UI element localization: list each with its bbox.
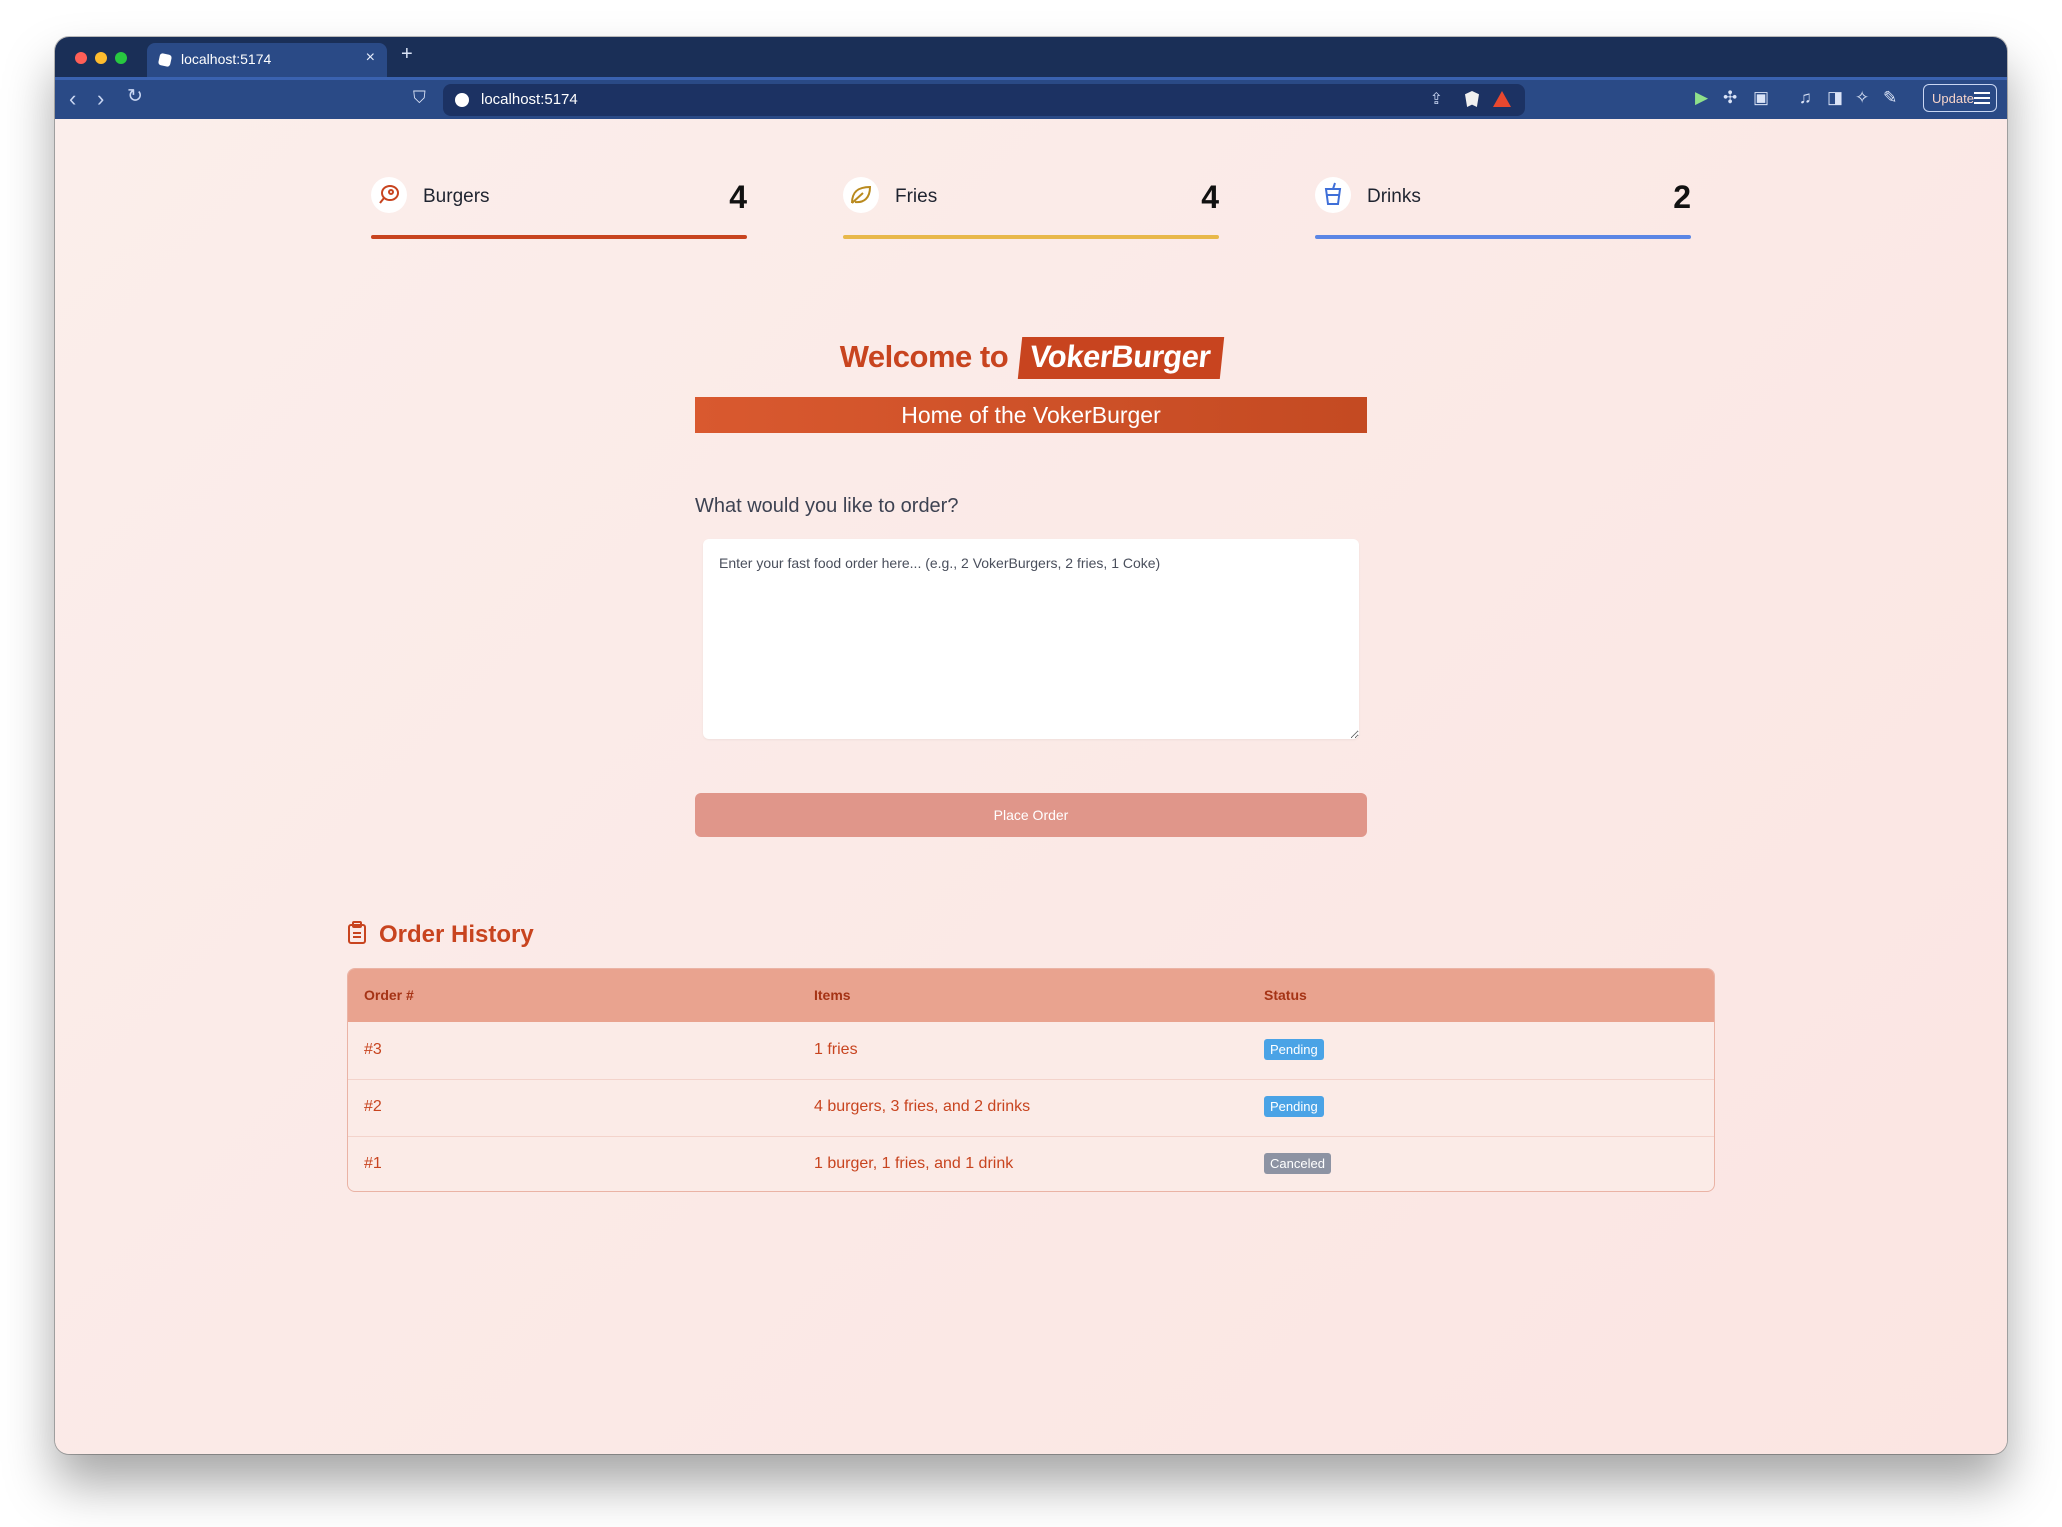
stat-burgers: Burgers 4 bbox=[371, 177, 747, 239]
order-items: 1 fries bbox=[814, 1041, 858, 1058]
status-badge: Pending bbox=[1264, 1039, 1324, 1060]
order-items: 1 burger, 1 fries, and 1 drink bbox=[814, 1155, 1014, 1172]
sidebar-icon[interactable]: ◨ bbox=[1827, 88, 1843, 108]
new-tab-icon[interactable]: + bbox=[401, 43, 413, 66]
table-header: Order # Items Status bbox=[348, 969, 1714, 1022]
stat-label: Burgers bbox=[423, 186, 490, 207]
table-row: #2 4 burgers, 3 fries, and 2 drinks Pend… bbox=[348, 1079, 1714, 1137]
close-window-button[interactable] bbox=[75, 52, 87, 64]
screenshot-icon[interactable]: ▣ bbox=[1753, 88, 1769, 108]
tab-bar: localhost:5174 × + bbox=[55, 37, 2007, 77]
stat-label: Fries bbox=[895, 186, 938, 207]
page-content: Burgers 4 Fries 4 Drinks 2 Welcome to Vo… bbox=[55, 119, 2007, 1454]
column-header-items: Items bbox=[814, 987, 851, 1003]
site-info-icon[interactable] bbox=[455, 93, 469, 107]
stat-count: 2 bbox=[1673, 179, 1691, 215]
minimize-window-button[interactable] bbox=[95, 52, 107, 64]
browser-tab[interactable]: localhost:5174 × bbox=[147, 43, 387, 77]
status-badge: Canceled bbox=[1264, 1153, 1331, 1174]
leaf-icon bbox=[843, 177, 879, 213]
order-prompt: What would you like to order? bbox=[695, 495, 959, 517]
extensions-puzzle-icon[interactable]: ✣ bbox=[1723, 88, 1737, 108]
meat-icon bbox=[371, 177, 407, 213]
place-order-button[interactable]: Place Order bbox=[695, 793, 1367, 837]
stat-underline bbox=[843, 235, 1219, 239]
stat-count: 4 bbox=[729, 179, 747, 215]
leo-ai-icon[interactable]: ✧ bbox=[1855, 88, 1869, 108]
welcome-heading: Welcome to VokerBurger bbox=[55, 337, 2007, 379]
page-favicon-icon bbox=[157, 52, 173, 68]
status-badge: Pending bbox=[1264, 1096, 1324, 1117]
order-history-heading: Order History bbox=[347, 921, 534, 952]
column-header-status: Status bbox=[1264, 987, 1307, 1003]
update-button[interactable]: Update bbox=[1923, 84, 1997, 112]
brave-shields-icon[interactable] bbox=[1465, 91, 1479, 107]
brand-logo: VokerBurger bbox=[1018, 337, 1225, 379]
maximize-window-button[interactable] bbox=[115, 52, 127, 64]
browser-toolbar: ‹ › ↻ ⛉ localhost:5174 ⇪ ▶ ✣ ▣ ♫ ◨ ✧ ✎ U… bbox=[55, 77, 2007, 122]
reload-icon[interactable]: ↻ bbox=[127, 85, 143, 108]
extension-icon[interactable]: ▶ bbox=[1695, 88, 1708, 108]
update-label: Update bbox=[1932, 91, 1974, 106]
column-header-order: Order # bbox=[364, 987, 414, 1003]
welcome-prefix: Welcome to bbox=[839, 339, 1009, 374]
order-input[interactable] bbox=[703, 539, 1359, 739]
forward-icon[interactable]: › bbox=[97, 86, 104, 112]
stat-underline bbox=[371, 235, 747, 239]
close-tab-icon[interactable]: × bbox=[366, 49, 375, 67]
browser-window: localhost:5174 × + ‹ › ↻ ⛉ localhost:517… bbox=[55, 37, 2007, 1454]
share-icon[interactable]: ⇪ bbox=[1430, 89, 1443, 109]
url-text: localhost:5174 bbox=[481, 91, 578, 108]
order-number: #3 bbox=[364, 1041, 382, 1058]
order-number: #1 bbox=[364, 1155, 382, 1172]
stat-label: Drinks bbox=[1367, 186, 1421, 207]
address-bar[interactable]: localhost:5174 ⇪ bbox=[443, 84, 1525, 116]
order-items: 4 burgers, 3 fries, and 2 drinks bbox=[814, 1098, 1031, 1115]
order-number: #2 bbox=[364, 1098, 382, 1115]
stat-fries: Fries 4 bbox=[843, 177, 1219, 239]
table-row: #3 1 fries Pending bbox=[348, 1022, 1714, 1080]
bookmark-icon[interactable]: ⛉ bbox=[413, 88, 426, 108]
brave-rewards-icon[interactable] bbox=[1493, 91, 1511, 107]
media-icon[interactable]: ♫ bbox=[1799, 88, 1812, 108]
stat-count: 4 bbox=[1201, 179, 1219, 215]
clipboard-icon bbox=[347, 921, 367, 952]
menu-icon bbox=[1974, 92, 1990, 104]
history-title-text: Order History bbox=[379, 921, 534, 948]
stat-drinks: Drinks 2 bbox=[1315, 177, 1691, 239]
tab-title: localhost:5174 bbox=[181, 51, 272, 67]
order-history-table: Order # Items Status #3 1 fries Pending … bbox=[347, 968, 1715, 1192]
hero-subtitle: Home of the VokerBurger bbox=[695, 397, 1367, 433]
table-row: #1 1 burger, 1 fries, and 1 drink Cancel… bbox=[348, 1136, 1714, 1191]
stat-underline bbox=[1315, 235, 1691, 239]
cup-icon bbox=[1315, 177, 1351, 213]
back-icon[interactable]: ‹ bbox=[69, 86, 76, 112]
wallet-icon[interactable]: ✎ bbox=[1883, 88, 1897, 108]
